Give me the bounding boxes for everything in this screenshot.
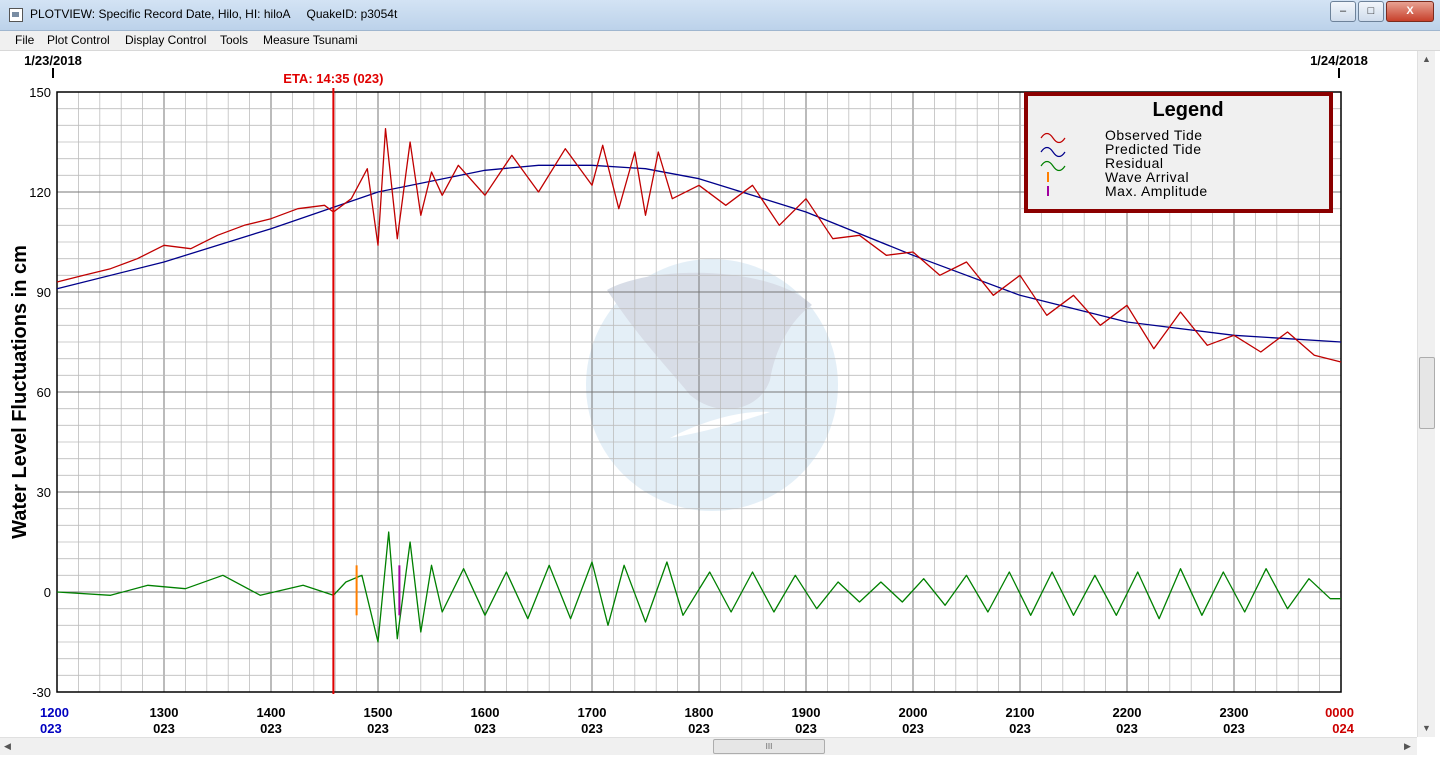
vertical-scrollbar[interactable]: ▲ ▼ <box>1417 51 1435 737</box>
x-tick-day-label: 023 <box>153 721 175 736</box>
y-tick-label: -30 <box>32 685 51 700</box>
x-tick-time-label: 1400 <box>257 705 286 720</box>
menu-file[interactable]: File <box>15 33 34 47</box>
x-tick-time-label: 1800 <box>685 705 714 720</box>
x-tick-day-label: 023 <box>367 721 389 736</box>
x-tick-time-label: 1700 <box>578 705 607 720</box>
x-tick-time-label: 1500 <box>364 705 393 720</box>
scroll-up-icon[interactable]: ▲ <box>1422 54 1431 64</box>
close-button[interactable]: X <box>1386 1 1434 22</box>
y-axis-ticks: 150 120 90 60 30 0 -30 <box>29 85 51 700</box>
maximize-button[interactable]: □ <box>1358 1 1384 22</box>
vertical-scroll-thumb[interactable] <box>1419 357 1435 429</box>
menu-plot-control[interactable]: Plot Control <box>47 33 110 47</box>
x-tick-time-label: 2300 <box>1220 705 1249 720</box>
tide-chart: 1501209060300-30 12000231300023140002315… <box>9 53 1368 736</box>
legend-entry-label: Max. Amplitude <box>1105 183 1208 199</box>
scroll-down-icon[interactable]: ▼ <box>1422 723 1431 733</box>
app-icon[interactable] <box>9 8 23 22</box>
scroll-right-icon[interactable]: ▶ <box>1404 741 1411 752</box>
y-axis-label: Water Level Fluctuations in cm <box>9 245 31 539</box>
y-tick-label: 30 <box>37 485 51 500</box>
x-tick-day-label: 023 <box>902 721 924 736</box>
eta-label: ETA: 14:35 (023) <box>283 71 383 86</box>
y-tick-label: 90 <box>37 285 51 300</box>
y-tick-label: 0 <box>44 585 51 600</box>
x-tick-day-label: 023 <box>688 721 710 736</box>
menu-display-control[interactable]: Display Control <box>125 33 206 47</box>
x-tick-time-label: 2100 <box>1006 705 1035 720</box>
plotview-window: PLOTVIEW: Specific Record Date, Hilo, HI… <box>0 0 1440 760</box>
menu-bar: File Plot Control Display Control Tools … <box>0 31 1440 51</box>
minimize-button[interactable]: – <box>1330 1 1356 22</box>
start-date-label: 1/23/2018 <box>24 53 82 68</box>
legend-box[interactable]: Legend Observed TidePredicted TideResidu… <box>1024 92 1333 213</box>
x-tick-day-label: 023 <box>40 721 62 736</box>
x-tick-time-label: 2200 <box>1113 705 1142 720</box>
x-tick-day-label: 023 <box>474 721 496 736</box>
menu-tools[interactable]: Tools <box>220 33 248 47</box>
x-axis-ticks: 1200023130002314000231500023160002317000… <box>40 705 1355 736</box>
x-tick-day-label: 023 <box>1223 721 1245 736</box>
x-tick-time-label: 1200 <box>40 705 69 720</box>
noaa-watermark-logo <box>586 259 838 511</box>
y-tick-label: 120 <box>29 185 51 200</box>
x-tick-day-label: 023 <box>1009 721 1031 736</box>
x-tick-day-label: 023 <box>795 721 817 736</box>
x-tick-time-label: 1900 <box>792 705 821 720</box>
x-tick-time-label: 1600 <box>471 705 500 720</box>
x-tick-day-label: 023 <box>260 721 282 736</box>
x-tick-day-label: 023 <box>581 721 603 736</box>
event-markers <box>332 88 401 694</box>
x-tick-day-label: 024 <box>1332 721 1354 736</box>
window-title: PLOTVIEW: Specific Record Date, Hilo, HI… <box>30 7 398 21</box>
x-tick-day-label: 023 <box>1116 721 1138 736</box>
x-tick-time-label: 0000 <box>1325 705 1354 720</box>
y-tick-label: 60 <box>37 385 51 400</box>
menu-measure-tsunami[interactable]: Measure Tsunami <box>263 33 358 47</box>
horizontal-scroll-thumb[interactable]: III <box>713 739 825 754</box>
end-date-label: 1/24/2018 <box>1310 53 1368 68</box>
horizontal-scrollbar[interactable]: ◀ III ▶ <box>0 737 1417 755</box>
y-tick-label: 150 <box>29 85 51 100</box>
scroll-left-icon[interactable]: ◀ <box>4 741 11 752</box>
x-tick-time-label: 2000 <box>899 705 928 720</box>
title-bar[interactable]: PLOTVIEW: Specific Record Date, Hilo, HI… <box>0 0 1440 31</box>
legend-title: Legend <box>1152 99 1223 121</box>
x-tick-time-label: 1300 <box>150 705 179 720</box>
